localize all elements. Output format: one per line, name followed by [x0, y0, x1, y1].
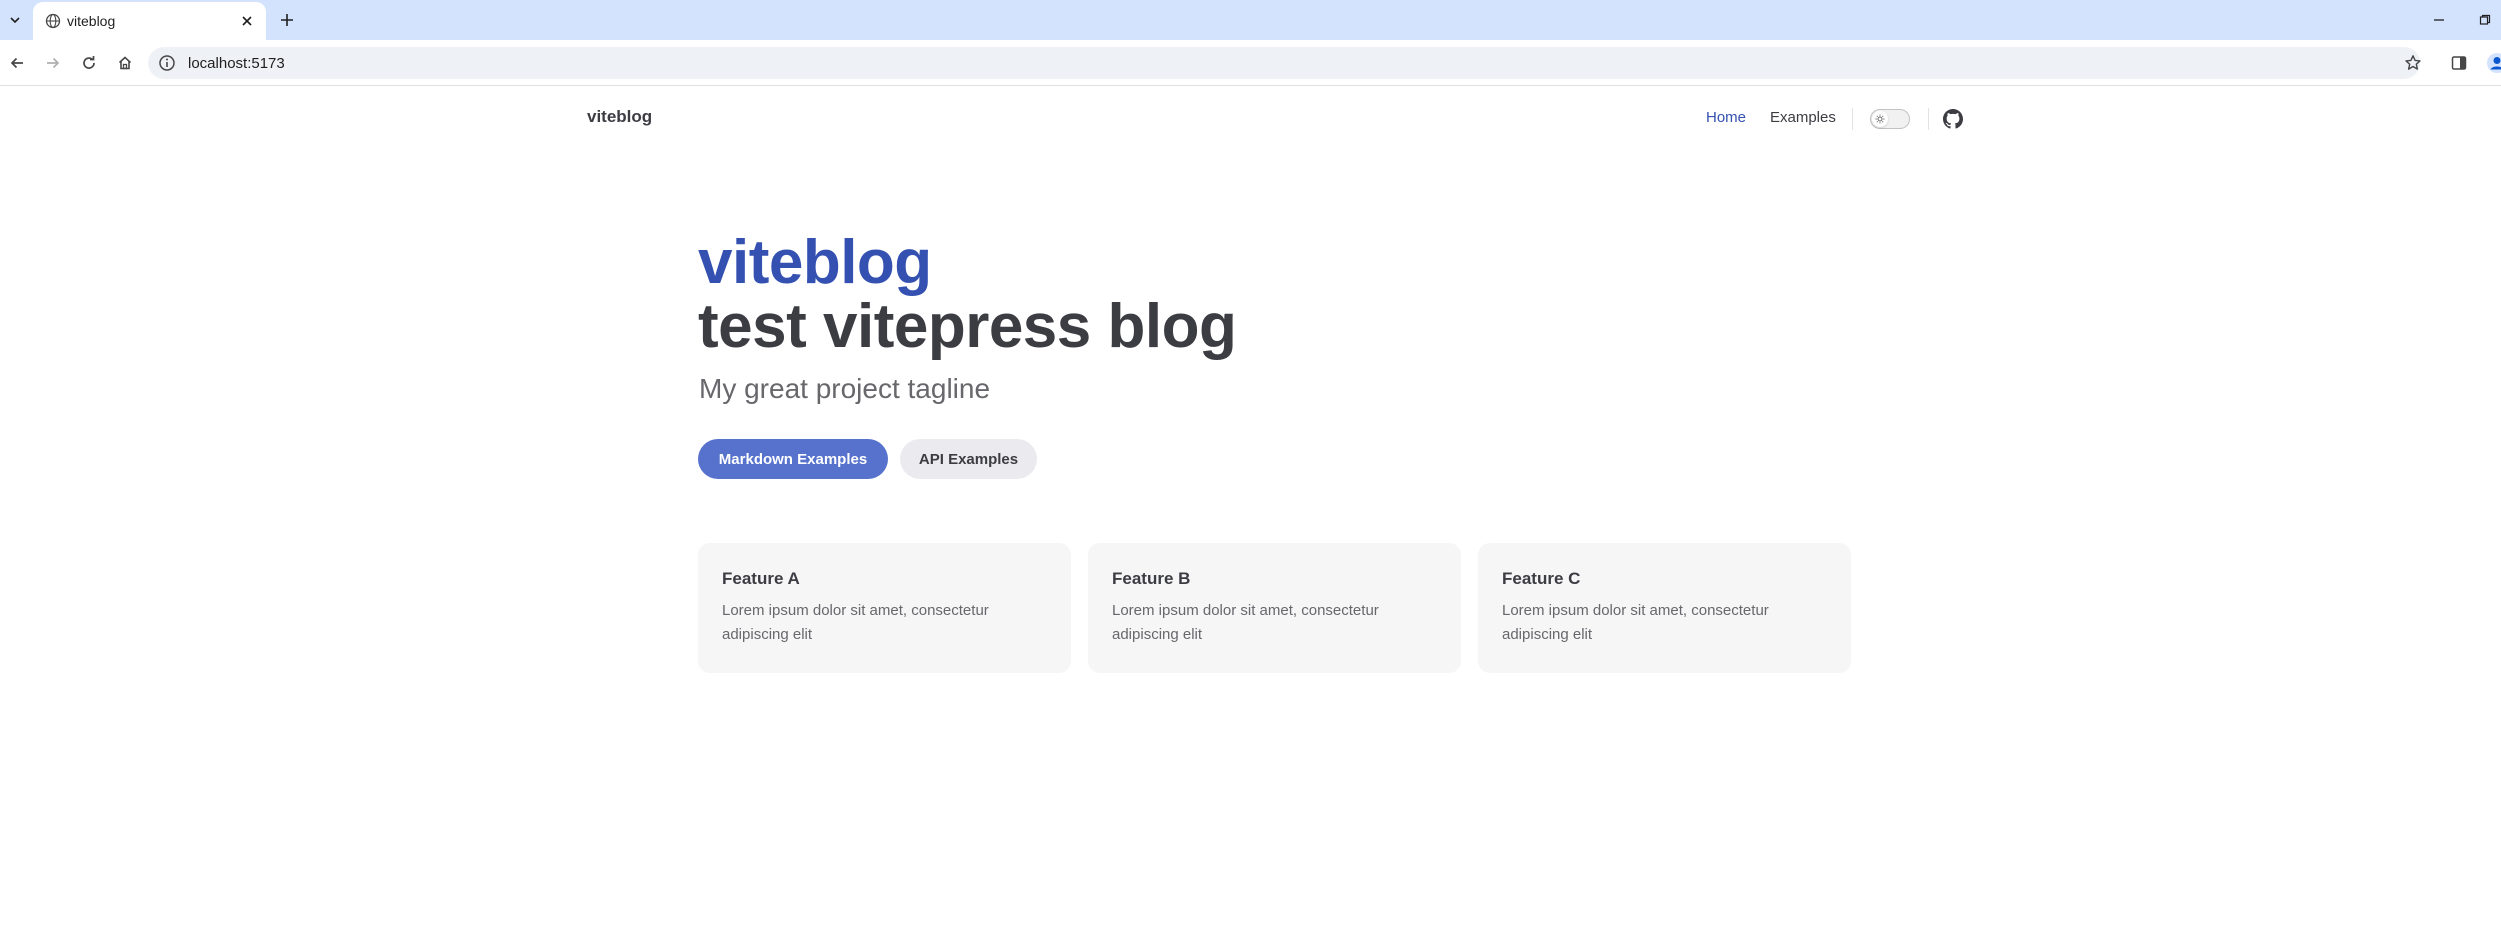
sun-icon: [1872, 111, 1888, 127]
bookmark-star-icon[interactable]: [2402, 52, 2424, 74]
hero-tagline: My great project tagline: [699, 373, 991, 404]
site-title[interactable]: viteblog: [587, 107, 652, 127]
browser-tab[interactable]: viteblog: [33, 2, 266, 40]
browser-toolbar: localhost:5173: [0, 40, 2501, 86]
feature-title: Feature B: [1112, 569, 1191, 588]
forward-arrow-icon[interactable]: [42, 52, 64, 74]
url-text[interactable]: localhost:5173: [188, 55, 285, 72]
site-navbar: viteblog Home Examples: [0, 87, 2501, 151]
restore-window-icon[interactable]: [2474, 9, 2496, 31]
feature-details: Lorem ipsum dolor sit amet, consectetur …: [1112, 602, 1379, 643]
appearance-toggle[interactable]: [1870, 109, 1910, 129]
feature-details: Lorem ipsum dolor sit amet, consectetur …: [1502, 602, 1769, 643]
nav-divider: [1852, 108, 1853, 130]
close-tab-icon[interactable]: [237, 11, 257, 31]
feature-card: Feature B Lorem ipsum dolor sit amet, co…: [1088, 543, 1461, 673]
github-icon[interactable]: [1943, 109, 1963, 129]
hero-name: viteblog: [698, 228, 932, 297]
feature-title: Feature C: [1502, 569, 1581, 588]
feature-card: Feature C Lorem ipsum dolor sit amet, co…: [1478, 543, 1851, 673]
reload-icon[interactable]: [78, 52, 100, 74]
address-bar[interactable]: localhost:5173: [148, 47, 2420, 79]
tab-title: viteblog: [67, 13, 116, 29]
nav-divider: [1928, 108, 1929, 130]
browser-tabstrip: viteblog: [0, 0, 2501, 40]
minimize-icon[interactable]: [2428, 9, 2450, 31]
new-tab-plus-icon[interactable]: [276, 9, 298, 31]
back-arrow-icon[interactable]: [6, 52, 28, 74]
globe-icon: [45, 13, 61, 29]
site-info-icon[interactable]: [158, 54, 176, 72]
hero-text: test vitepress blog: [698, 292, 1237, 361]
side-panel-icon[interactable]: [2448, 52, 2470, 74]
feature-details: Lorem ipsum dolor sit amet, consectetur …: [722, 602, 989, 643]
markdown-examples-button[interactable]: Markdown Examples: [698, 439, 888, 479]
tab-search-chevron-icon[interactable]: [5, 10, 25, 30]
feature-card: Feature A Lorem ipsum dolor sit amet, co…: [698, 543, 1071, 673]
home-icon[interactable]: [114, 52, 136, 74]
nav-link-home[interactable]: Home: [1706, 109, 1746, 126]
nav-link-examples[interactable]: Examples: [1770, 109, 1836, 126]
api-examples-button[interactable]: API Examples: [900, 439, 1037, 479]
feature-title: Feature A: [722, 569, 800, 588]
profile-avatar-icon[interactable]: [2486, 52, 2501, 74]
